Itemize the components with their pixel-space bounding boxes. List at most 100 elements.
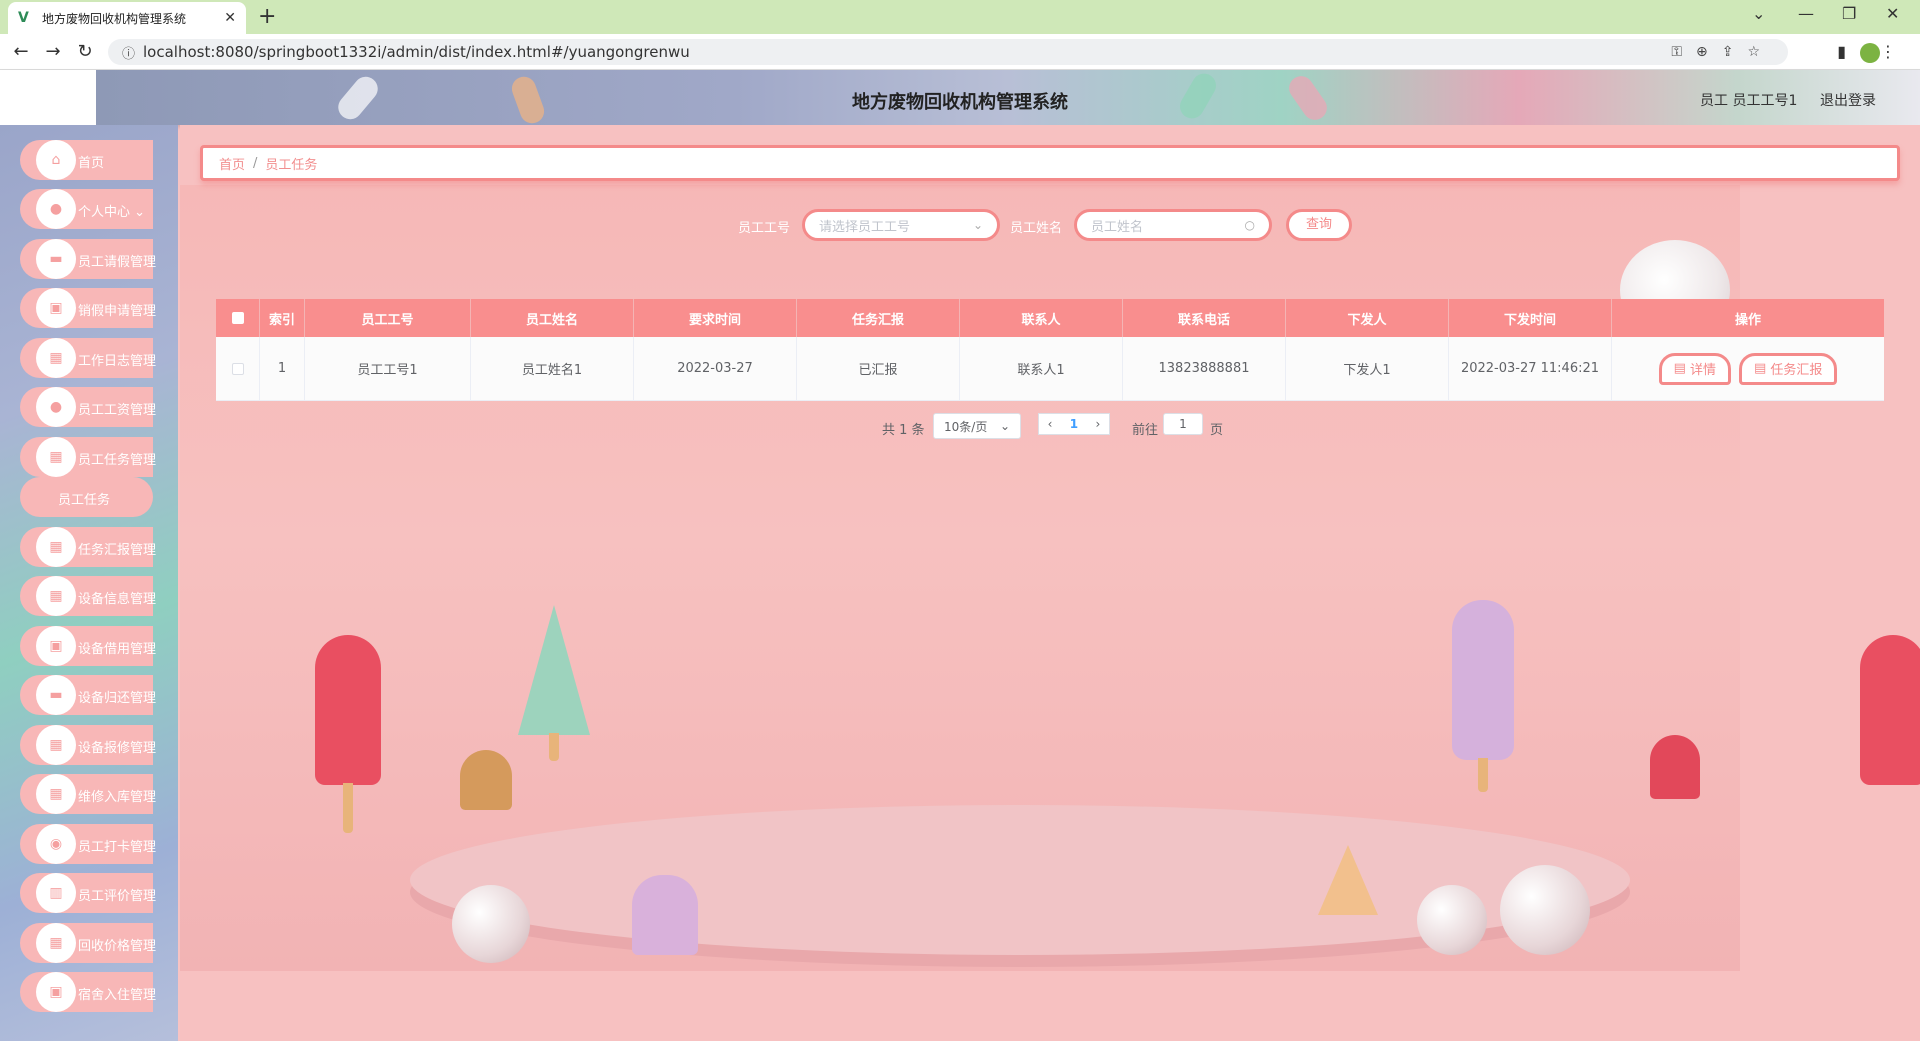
sidepanel-icon[interactable]: ▮: [1837, 42, 1860, 61]
sidebar-item-label: 回收价格管理: [78, 939, 157, 954]
pearl-decoration: [1500, 865, 1590, 955]
search-icon: ○: [1244, 218, 1255, 232]
zoom-icon[interactable]: ⊕: [1696, 44, 1722, 60]
sidebar-item-worklog[interactable]: ▦ 工作日志管理: [20, 338, 157, 378]
profile-avatar[interactable]: [1860, 42, 1880, 63]
sidebar-item-storage[interactable]: ▦ 维修入库管理: [20, 774, 157, 814]
sidebar-item-price[interactable]: ▦ 回收价格管理: [20, 923, 157, 963]
select-all-checkbox[interactable]: [231, 312, 244, 324]
sidebar-item-cancel-leave[interactable]: ▣ 销假申请管理: [20, 288, 157, 328]
info-icon[interactable]: ⓘ: [122, 43, 135, 62]
sidebar-item-repair[interactable]: ▦ 设备报修管理: [20, 725, 157, 765]
employee-no-select[interactable]: 请选择员工工号 ⌄: [802, 209, 1000, 241]
key-icon[interactable]: ⚿: [1671, 44, 1696, 60]
submenu-item-label: 员工任务: [58, 493, 111, 508]
new-tab-button[interactable]: +: [258, 4, 276, 29]
grid-icon: ▦: [36, 437, 76, 477]
employee-name-placeholder: 员工姓名: [1091, 219, 1144, 235]
cell-issuer: 下发人1: [1286, 337, 1449, 400]
sidebar-item-label: 员工工资管理: [78, 403, 157, 418]
task-report-button[interactable]: ▤ 任务汇报: [1739, 352, 1838, 385]
submenu-item-employee-tasks[interactable]: 员工任务: [20, 477, 153, 517]
document-icon: ▤: [1754, 361, 1771, 376]
chat-icon: ▬: [36, 239, 76, 279]
minimize-button[interactable]: —: [1798, 4, 1814, 23]
restore-button[interactable]: ❐: [1842, 4, 1856, 23]
close-window-button[interactable]: ✕: [1886, 4, 1899, 23]
star-icon[interactable]: ☆: [1747, 44, 1774, 60]
lilac-trunk: [1478, 758, 1488, 792]
detail-label: 详情: [1689, 363, 1716, 378]
popsicle-decoration: [315, 635, 381, 785]
cell-emp-name: 员工姓名1: [471, 337, 634, 400]
cell-report: 已汇报: [797, 337, 960, 400]
column-header: 要求时间: [634, 299, 797, 337]
tab-close-icon[interactable]: ✕: [224, 10, 236, 26]
next-page-icon[interactable]: ›: [1095, 417, 1100, 431]
sidebar-item-checkin[interactable]: ◉ 员工打卡管理: [20, 824, 156, 864]
banner-decoration: [508, 73, 548, 127]
sidebar-item-label: 工作日志管理: [78, 354, 157, 369]
banner-decoration: [333, 71, 383, 125]
page-size-select[interactable]: 10条/页 ⌄: [933, 413, 1021, 439]
sidebar-item-label: 员工请假管理: [78, 255, 157, 270]
column-header: 联系人: [960, 299, 1123, 337]
cell-required-time: 2022-03-27: [634, 337, 797, 400]
row-checkbox[interactable]: [231, 362, 244, 375]
query-button[interactable]: 查询: [1286, 209, 1352, 241]
sidebar-item-profile[interactable]: ● 个人中心 ⌄: [20, 189, 153, 229]
forward-arrow-icon[interactable]: →: [38, 41, 68, 62]
row-select-cell: [216, 337, 260, 400]
reload-icon[interactable]: ↻: [70, 41, 100, 62]
grid-icon: ▦: [36, 338, 76, 378]
address-bar-row: ← → ↻ ⓘ localhost:8080/springboot1332i/a…: [0, 34, 1920, 70]
browser-tab[interactable]: V 地方废物回收机构管理系统 ✕: [8, 2, 246, 34]
table-header: 索引 员工工号 员工姓名 要求时间 任务汇报 联系人 联系电话 下发人 下发时间…: [216, 299, 1884, 337]
column-header: 下发时间: [1449, 299, 1612, 337]
sidebar-item-borrow[interactable]: ▣ 设备借用管理: [20, 626, 156, 666]
home-icon: ⌂: [36, 140, 76, 180]
cone-decoration: [1318, 845, 1378, 915]
url-field[interactable]: ⓘ localhost:8080/springboot1332i/admin/d…: [108, 39, 1788, 65]
goto-suffix: 页: [1210, 423, 1224, 438]
breadcrumb-home[interactable]: 首页: [219, 154, 245, 173]
box-icon: ▣: [36, 972, 76, 1012]
pager: ‹ 1 ›: [1038, 413, 1110, 435]
popsicle-stick: [343, 783, 353, 833]
sidebar-item-tasks[interactable]: ▦ 员工任务管理: [20, 437, 157, 477]
column-header: 员工工号: [305, 299, 471, 337]
chart-icon: ▥: [36, 873, 76, 913]
column-header: 索引: [260, 299, 305, 337]
sidebar-item-label: 员工任务管理: [78, 453, 157, 468]
employee-name-input[interactable]: 员工姓名 ○: [1074, 209, 1272, 241]
sidebar-item-salary[interactable]: ● 员工工资管理: [20, 387, 157, 427]
prev-page-icon[interactable]: ‹: [1048, 417, 1053, 431]
share-icon[interactable]: ⇪: [1722, 44, 1748, 60]
sidebar-item-evaluation[interactable]: ▥ 员工评价管理: [20, 873, 156, 913]
task-report-label: 任务汇报: [1770, 363, 1823, 378]
sidebar-item-task-report[interactable]: ▦ 任务汇报管理: [20, 527, 156, 567]
back-arrow-icon[interactable]: ←: [6, 41, 36, 62]
sidebar-item-label: 销假申请管理: [78, 304, 157, 319]
tab-search-icon[interactable]: ⌄: [1752, 4, 1765, 23]
cell-emp-no: 员工工号1: [305, 337, 471, 400]
sidebar-item-label: 设备报修管理: [78, 741, 157, 756]
sidebar-item-leave[interactable]: ▬ 员工请假管理: [20, 239, 157, 279]
sidebar-item-label: 宿舍入住管理: [78, 988, 157, 1003]
tab-title: 地方废物回收机构管理系统: [42, 11, 187, 26]
sidebar-item-home[interactable]: ⌂ 首页: [20, 140, 153, 180]
column-header: 下发人: [1286, 299, 1449, 337]
menu-dots-icon[interactable]: ⋮: [1880, 42, 1910, 61]
goto-page-input[interactable]: 1: [1163, 413, 1203, 435]
sidebar-item-return[interactable]: ▬ 设备归还管理: [20, 675, 156, 715]
cell-actions: ▤ 详情 ▤ 任务汇报: [1612, 337, 1884, 400]
logout-link[interactable]: 退出登录: [1820, 90, 1876, 110]
sidebar-item-equipment[interactable]: ▦ 设备信息管理: [20, 576, 156, 616]
current-page-number[interactable]: 1: [1070, 417, 1078, 431]
app-title: 地方废物回收机构管理系统: [852, 92, 1068, 113]
detail-button[interactable]: ▤ 详情: [1658, 352, 1731, 385]
sidebar-item-label: 维修入库管理: [78, 790, 157, 805]
grid-icon: ▦: [36, 576, 76, 616]
sidebar-item-dorm[interactable]: ▣ 宿舍入住管理: [20, 972, 157, 1012]
tree-decoration: [518, 605, 590, 735]
